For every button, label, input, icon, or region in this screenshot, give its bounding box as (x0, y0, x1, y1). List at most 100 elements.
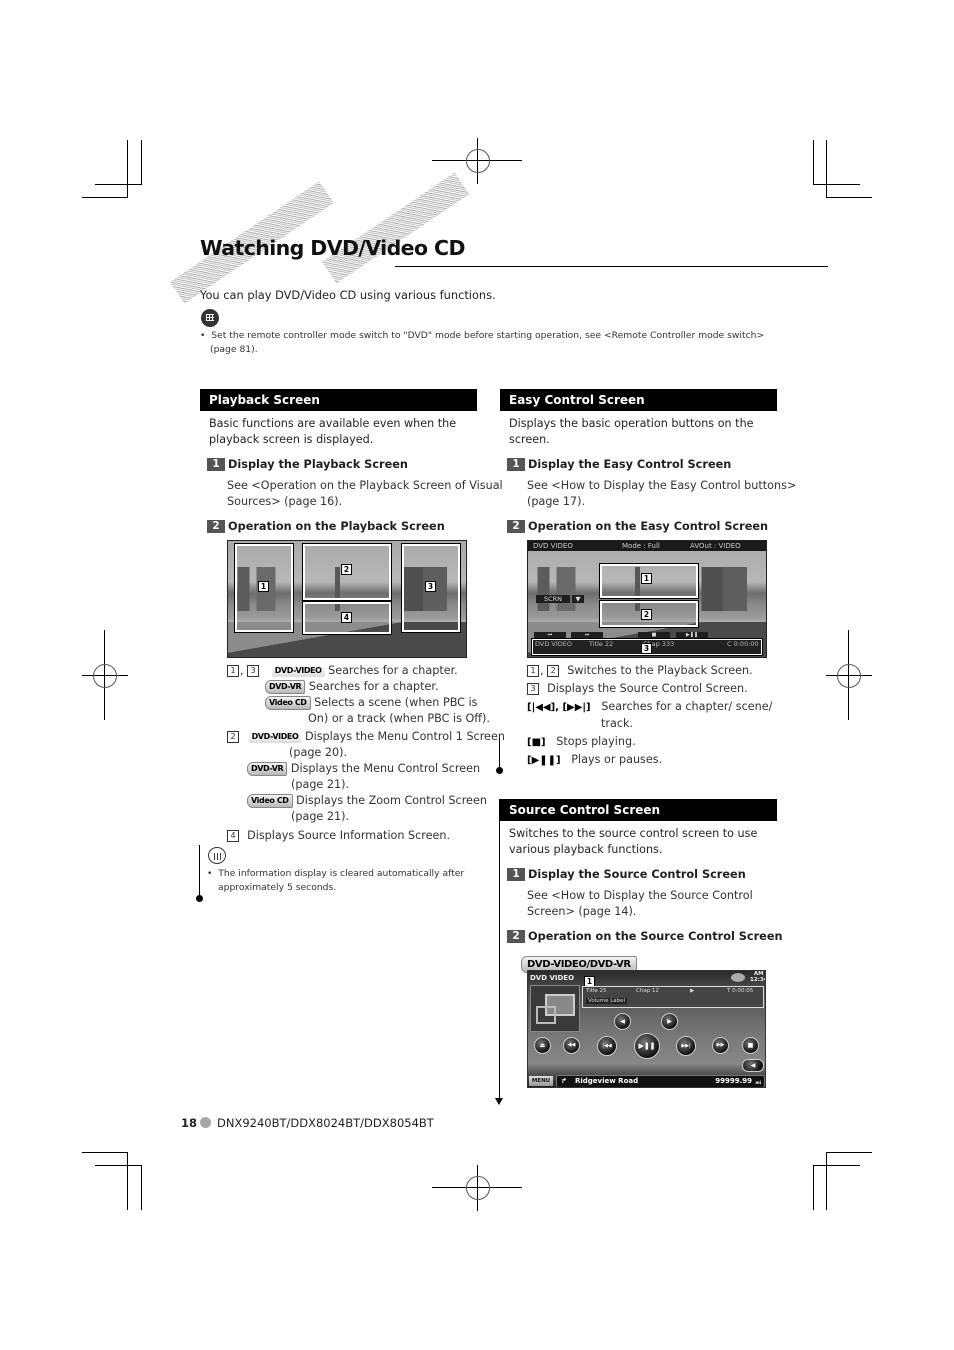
note-icon (201, 309, 219, 327)
list-item: 1, 2 Switches to the Playback Screen. (527, 663, 753, 679)
nav-distance: 99999.99 (715, 1077, 752, 1085)
step-label: Operation on the Easy Control Screen (528, 520, 769, 533)
intro-note-page: (page 81). (210, 344, 258, 355)
play-pause-button[interactable]: ▶❚❚ (676, 632, 708, 638)
fast-rewind-button[interactable]: ◀◀ (563, 1037, 580, 1054)
step-number: 2 (507, 520, 525, 533)
info-chapter: Chap 12 (636, 988, 659, 994)
step-number: 1 (507, 458, 525, 471)
link-text[interactable]: Screen> (page 14). (527, 904, 753, 920)
stop-button[interactable]: ■ (638, 632, 670, 638)
flow-line (499, 738, 500, 770)
step-label: Display the Source Control Screen (528, 868, 746, 881)
eject-button[interactable]: ⏏ (534, 1037, 551, 1054)
dvd-vr-badge: DVD-VR (247, 762, 288, 776)
link-text[interactable]: Sources> (page 16). (227, 494, 503, 510)
playback-description: Basic functions are available even when … (209, 416, 456, 448)
easy-step-2: 2 Operation on the Easy Control Screen (507, 520, 768, 534)
page-title: Watching DVD/Video CD (200, 236, 465, 260)
forward-small-button[interactable]: ▶ (661, 1013, 678, 1030)
step-label: Display the Playback Screen (228, 458, 408, 471)
scrn-button[interactable]: SCRN (536, 595, 570, 603)
next-chapter-button[interactable]: ⏭ (571, 632, 603, 638)
source-description: Switches to the source control screen to… (509, 826, 757, 858)
avout-label: AVOut : VIDEO (690, 542, 741, 550)
link-text[interactable]: See <How to Display the Source Control (527, 888, 753, 904)
nav-unit: mi (755, 1080, 761, 1085)
bullet: • (200, 330, 212, 341)
item-text: Displays the Menu Control 1 Screen (304, 730, 505, 743)
list-item: DVD-VR Searches for a chapter. (265, 679, 439, 695)
list-item: Video CD Displays the Zoom Control Scree… (247, 793, 487, 825)
info-title: Title 25 (586, 988, 607, 994)
info-time: T 0:00:05 (727, 988, 754, 994)
source-control-screen-image: DVD VIDEO AM 12:34 1 Title 25 Chap 12 ▶ … (527, 970, 766, 1088)
description-line: playback screen is displayed. (209, 433, 374, 446)
play-state: ▶ (690, 988, 695, 994)
play-pause-button[interactable]: ▶❚❚ (634, 1033, 660, 1059)
item-text: Displays the Menu Control Screen (290, 762, 481, 775)
easy-step-1-text: See <How to Display the Easy Control but… (527, 478, 796, 510)
info-time: C 0:00:00 (727, 640, 759, 648)
prev-chapter-button[interactable]: ⏮ (534, 632, 566, 638)
note-icon (208, 847, 226, 864)
zone-tag: 3 (641, 643, 652, 654)
status-bar: DVD VIDEO Mode : Full AVOut : VIDEO (528, 541, 766, 551)
item-text: Searches for a chapter. (308, 680, 439, 693)
intro-note: • Set the remote controller mode switch … (200, 329, 770, 357)
dvd-vr-badge: DVD-VR (265, 680, 306, 694)
video-cd-badge: Video CD (265, 696, 311, 710)
item-text: Displays Source Information Screen. (247, 829, 451, 842)
navigation-bar[interactable]: ↱ Ridgeview Road 99999.99 mi (556, 1075, 765, 1087)
video-cd-badge: Video CD (247, 794, 293, 808)
link-text[interactable]: See <Operation on the Playback Screen of… (227, 478, 503, 494)
info-panel[interactable]: Title 25 Chap 12 ▶ T 0:00:05 Volume Labe… (582, 986, 764, 1008)
source-label: DVD VIDEO (533, 542, 573, 550)
menu-button[interactable]: MENU (529, 1076, 553, 1086)
clock: AM 12:34 (750, 971, 766, 983)
link-text[interactable]: See <How to Display the Easy Control but… (527, 478, 796, 494)
link-text[interactable]: (page 17). (527, 494, 796, 510)
list-item: 4 Displays Source Information Screen. (227, 828, 450, 844)
zone-tag: 3 (425, 581, 436, 592)
key-box: 1 (227, 665, 239, 677)
description-line: various playback functions. (509, 843, 663, 856)
dvd-video-badge: DVD-VIDEO (271, 665, 325, 677)
easy-control-screen-image: DVD VIDEO Mode : Full AVOut : VIDEO SCRN… (527, 540, 767, 658)
note-text: The information display is cleared autom… (218, 868, 465, 879)
back-button[interactable]: ◀ (742, 1059, 764, 1072)
step-label: Display the Easy Control Screen (528, 458, 732, 471)
source-step-1-text: See <How to Display the Source Control S… (527, 888, 753, 920)
item-text: (page 21). (291, 778, 350, 791)
volume-label: Volume Label (586, 998, 628, 1004)
info-title: Title 22 (589, 640, 614, 648)
list-item: [■] Stops playing. (527, 734, 636, 751)
turn-right-icon: ↱ (561, 1077, 567, 1085)
item-keys: [▶❚❚] (527, 755, 561, 766)
previous-chapter-button[interactable]: |◀◀ (597, 1036, 617, 1056)
list-item: [▶❚❚] Plays or pauses. (527, 752, 662, 769)
item-text: Plays or pauses. (571, 753, 663, 766)
scrn-arrow-button[interactable]: ▼ (572, 595, 584, 603)
fast-forward-button[interactable]: ▶▶ (712, 1037, 729, 1054)
nav-street: Ridgeview Road (575, 1077, 639, 1085)
list-item: [|◀◀], [▶▶|] Searches for a chapter/ sce… (527, 699, 772, 732)
disc-icon (731, 973, 745, 982)
rewind-small-button[interactable]: ◀ (614, 1013, 631, 1030)
clock-time: 12:34 (750, 976, 766, 983)
key-box: 3 (527, 683, 539, 695)
bullet: • (207, 868, 219, 879)
model-names: DNX9240BT/DDX8024BT/DDX8054BT (217, 1116, 434, 1130)
easy-description: Displays the basic operation buttons on … (509, 416, 754, 448)
next-chapter-button[interactable]: ▶▶| (676, 1036, 696, 1056)
intro-note-text: Set the remote controller mode switch to… (211, 330, 765, 341)
item-text: On) or a track (when PBC is Off). (308, 712, 490, 725)
source-section-heading: Source Control Screen (500, 799, 777, 821)
stop-button[interactable]: ■ (742, 1037, 759, 1054)
description-line: Switches to the source control screen to… (509, 827, 758, 840)
zone-tag: 1 (641, 573, 652, 584)
playback-step-1-text: See <Operation on the Playback Screen of… (227, 478, 503, 510)
item-text: Displays the Source Control Screen. (547, 682, 748, 695)
flow-arrow-icon (495, 1098, 503, 1105)
item-keys: [■] (527, 737, 546, 748)
